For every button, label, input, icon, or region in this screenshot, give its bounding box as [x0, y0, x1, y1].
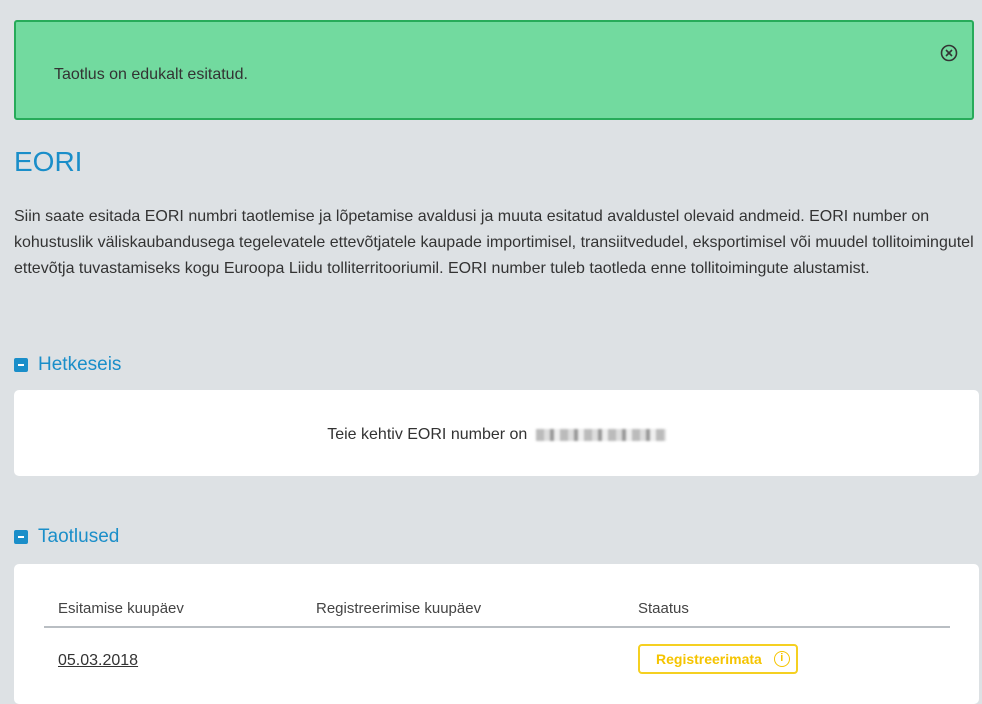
close-icon[interactable]	[940, 44, 958, 62]
section-heading-taotlused: Taotlused	[38, 526, 120, 547]
success-alert: Taotlus on edukalt esitatud.	[14, 20, 974, 120]
eori-number-redacted	[535, 428, 666, 441]
status-badge: Registreerimata i	[638, 644, 798, 674]
column-header-submitted: Esitamise kuupäev	[58, 600, 184, 617]
submitted-date-link[interactable]: 05.03.2018	[58, 652, 138, 670]
info-icon[interactable]: i	[773, 651, 790, 667]
column-header-registered: Registreerimise kuupäev	[316, 600, 482, 617]
alert-message: Taotlus on edukalt esitatud.	[54, 66, 248, 83]
taotlused-card: Esitamise kuupäev Registreerimise kuupäe…	[14, 564, 979, 704]
column-header-status: Staatus	[638, 600, 689, 617]
status-label: Registreerimata	[656, 651, 762, 667]
hetkeseis-card: Teie kehtiv EORI number on	[14, 390, 979, 476]
page-title: EORI	[14, 146, 83, 177]
collapse-icon	[14, 530, 28, 544]
section-toggle-taotlused[interactable]: Taotlused	[14, 526, 119, 548]
section-heading-hetkeseis: Hetkeseis	[38, 354, 122, 375]
section-toggle-hetkeseis[interactable]: Hetkeseis	[14, 354, 121, 376]
collapse-icon	[14, 358, 28, 372]
eori-status-line: Teie kehtiv EORI number on	[14, 426, 979, 444]
table-header-divider	[44, 626, 950, 628]
eori-label: Teie kehtiv EORI number on	[327, 426, 528, 443]
page-intro: Siin saate esitada EORI numbri taotlemis…	[14, 208, 974, 277]
